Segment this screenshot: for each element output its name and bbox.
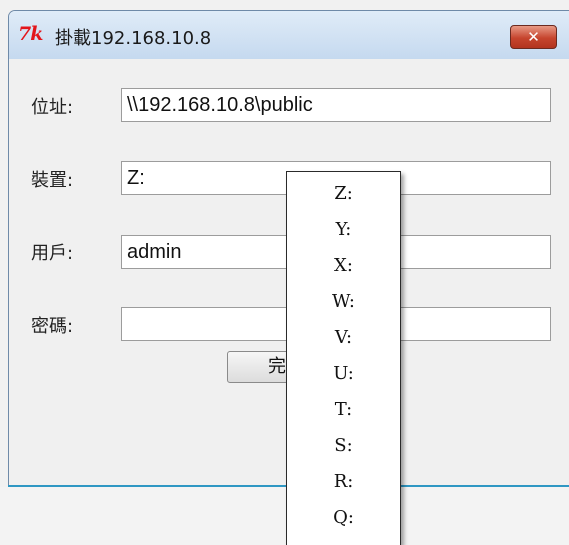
window-title: 掛載192.168.10.8	[55, 28, 212, 49]
user-label: 用戶:	[31, 243, 74, 264]
drive-option-y[interactable]: Y:	[287, 212, 400, 248]
drive-option-w[interactable]: W:	[287, 284, 400, 320]
close-button[interactable]: ✕	[510, 25, 557, 49]
title-bar[interactable]: 7k 掛載192.168.10.8 ✕	[9, 11, 569, 59]
password-label: 密碼:	[31, 316, 74, 337]
close-icon: ✕	[527, 28, 540, 46]
drive-option-r[interactable]: R:	[287, 464, 400, 500]
drive-option-z[interactable]: Z:	[287, 176, 400, 212]
device-label: 裝置:	[31, 170, 74, 191]
background-area	[0, 487, 569, 545]
drive-option-q[interactable]: Q:	[287, 500, 400, 536]
drive-letter-dropdown[interactable]: Z: Y: X: W: V: U: T: S: R: Q:	[286, 171, 401, 545]
tk-logo-icon: 7k	[18, 23, 43, 45]
drive-option-u[interactable]: U:	[287, 356, 400, 392]
drive-option-x[interactable]: X:	[287, 248, 400, 284]
ok-button-label: 完	[268, 356, 286, 377]
address-field[interactable]: \\192.168.10.8\public	[121, 88, 551, 122]
drive-option-s[interactable]: S:	[287, 428, 400, 464]
address-label: 位址:	[31, 97, 74, 118]
drive-option-v[interactable]: V:	[287, 320, 400, 356]
drive-option-t[interactable]: T:	[287, 392, 400, 428]
